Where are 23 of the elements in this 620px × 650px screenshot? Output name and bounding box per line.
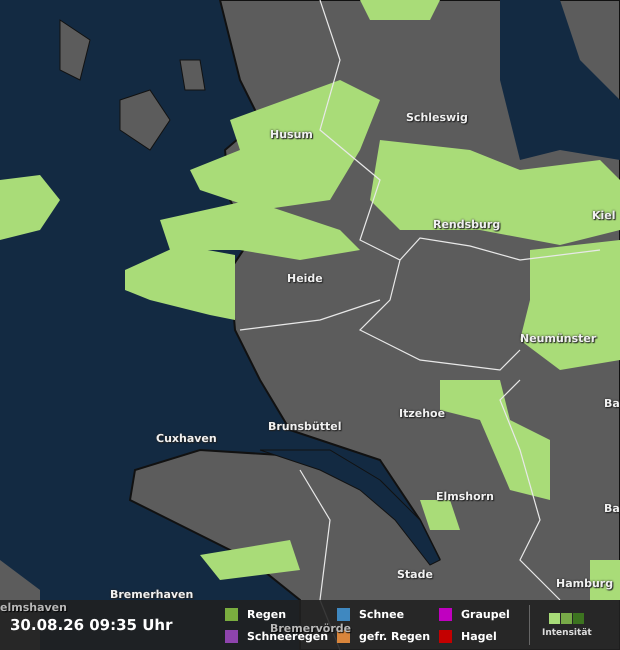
legend-label: Regen	[247, 608, 286, 620]
place-label: Ba	[604, 502, 620, 515]
place-label: Cuxhaven	[156, 432, 217, 445]
place-label: Brunsbüttel	[268, 420, 342, 433]
place-label: Stade	[397, 568, 433, 581]
place-label: Ba	[604, 397, 620, 410]
place-label: Husum	[270, 128, 313, 141]
place-label: Bremervörde	[270, 622, 352, 635]
place-label: Itzehoe	[399, 407, 446, 420]
legend-label: Schnee	[359, 608, 404, 620]
place-label: Neumünster	[520, 332, 596, 345]
place-label: Schleswig	[406, 111, 468, 124]
timestamp: 30.08.26 09:35 Uhr	[10, 616, 174, 634]
place-label: Kiel	[592, 209, 616, 222]
place-label: Elmshorn	[436, 490, 494, 503]
place-label: Rendsburg	[433, 218, 500, 231]
legend-label: Graupel	[461, 608, 510, 620]
place-label: elmshaven	[0, 601, 67, 614]
legend-label: Hagel	[461, 630, 497, 642]
place-label: Heide	[287, 272, 323, 285]
legend-label: gefr. Regen	[359, 630, 430, 642]
place-label: Bremerhaven	[110, 588, 194, 601]
intensity-label: Intensität	[542, 628, 592, 638]
